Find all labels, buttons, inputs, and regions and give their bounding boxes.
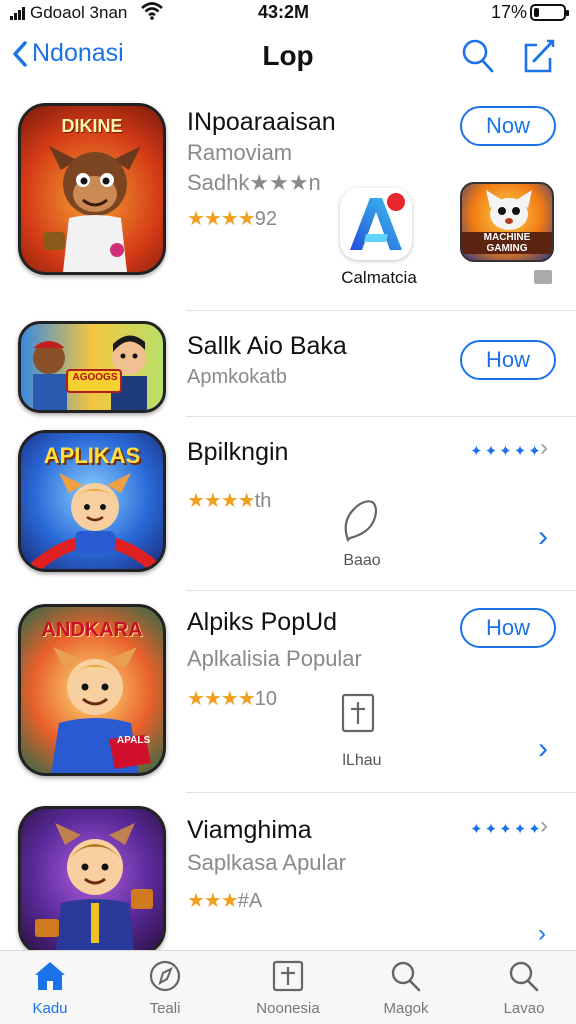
- rating-stars: ★★★★10: [187, 686, 277, 711]
- cartoon-character-icon: [31, 473, 159, 569]
- get-button[interactable]: How: [460, 608, 556, 648]
- app-row[interactable]: AGOOGS Sallk Aio Baka Apmkokatb How: [0, 318, 576, 416]
- rating-stars: ★★★★92: [187, 206, 277, 231]
- divider: [186, 310, 576, 311]
- tab-explore[interactable]: Teali: [115, 959, 215, 1017]
- progress-dots: ✦✦✦✦✦: [470, 443, 543, 460]
- progress-dots: ✦✦✦✦✦: [470, 821, 543, 838]
- nav-bar: Ndonasi Lop: [0, 28, 576, 86]
- clock: 43:2M: [258, 2, 310, 22]
- promo-text: MACHINE GAMING: [462, 232, 552, 254]
- app-icon-cartoon[interactable]: AGOOGS: [18, 321, 166, 413]
- app-icon-cartoon[interactable]: [18, 806, 166, 956]
- stars-glyphs: ★★★★: [187, 490, 256, 512]
- tab-search-alt[interactable]: Lavao: [474, 959, 574, 1017]
- chevron-right-icon[interactable]: ›: [540, 434, 548, 462]
- app-subtitle-secondary: Sadhk★★★n: [187, 170, 321, 195]
- cartoon-character-icon: [35, 823, 153, 953]
- carrier: Gdoaol 3nan: [10, 3, 127, 23]
- app-icon-label: DIKINE: [61, 116, 123, 136]
- app-icon-label: ANDKARA: [41, 619, 143, 641]
- app-row[interactable]: Viamghima Saplkasa Apular ★★★#A ✦✦✦✦✦ › …: [0, 800, 576, 956]
- search-icon: [509, 961, 539, 992]
- battery-icon: [530, 4, 569, 21]
- fox-face-icon: [486, 190, 532, 230]
- app-icon-cartoon[interactable]: DIKINE: [18, 103, 166, 275]
- app-name: INpoaraaisan: [187, 108, 336, 136]
- home-icon: [35, 962, 65, 990]
- book-icon: [272, 960, 304, 992]
- tab-label: Kadu: [32, 1000, 68, 1017]
- compass-icon: [149, 960, 181, 992]
- book-icon: [341, 693, 375, 733]
- letter-a-logo-icon: [350, 193, 405, 250]
- cartoon-group-icon: [33, 335, 147, 410]
- get-button[interactable]: How: [460, 340, 556, 380]
- app-icon-cartoon[interactable]: APLIKAS: [18, 430, 166, 572]
- tab-label: Noonesia: [256, 1000, 320, 1017]
- cartoon-character-icon: [43, 146, 141, 272]
- app-icon-label: APLIKAS: [43, 443, 141, 468]
- tab-label: Lavao: [503, 1000, 545, 1017]
- search-icon[interactable]: [460, 37, 496, 75]
- rating-text: th: [254, 490, 272, 512]
- mini-label: Baao: [343, 552, 381, 569]
- rating-text: 10: [254, 688, 277, 710]
- rating-stars: ★★★#A: [187, 888, 262, 913]
- app-row[interactable]: APLIKAS Bpilkngin ★★★★th ✦✦✦✦✦ › Baao ›: [0, 424, 576, 588]
- tab-search[interactable]: Magok: [356, 959, 456, 1017]
- chevron-right-icon[interactable]: ›: [538, 732, 548, 766]
- promo-game-icon[interactable]: MACHINE GAMING: [460, 182, 554, 262]
- compose-icon[interactable]: [520, 37, 556, 75]
- app-name: Bpilkngin: [187, 438, 289, 466]
- rating-text: #A: [237, 890, 263, 912]
- tab-label: Teali: [149, 1000, 181, 1017]
- get-button[interactable]: Now: [460, 106, 556, 146]
- carrier-label: Gdoaol 3nan: [30, 3, 128, 22]
- app-row[interactable]: ANDKARA APALS Alpiks PopUd Aplkalisia Po…: [0, 598, 576, 790]
- mini-label: lLhau: [342, 752, 382, 769]
- chevron-right-icon[interactable]: ›: [538, 920, 546, 948]
- app-row[interactable]: DIKINE INpoaraaisan Ramoviam Sadhk★★★n ★…: [0, 100, 576, 310]
- chevron-right-icon[interactable]: ›: [540, 812, 548, 840]
- search-icon: [391, 961, 421, 992]
- app-name: Alpiks PopUd: [187, 608, 338, 636]
- app-name: Sallk Aio Baka: [187, 332, 347, 360]
- app-icon-label: AGOOGS: [72, 372, 118, 383]
- app-subtitle: Apmkokatb: [187, 366, 288, 388]
- cartoon-character-icon: [51, 647, 151, 773]
- stars-glyphs: ★★★★: [187, 208, 256, 230]
- app-subtitle: Ramoviam: [187, 140, 293, 165]
- battery-percent: 17%: [491, 2, 528, 22]
- stars-glyphs: ★★★: [187, 890, 239, 912]
- tab-label: Magok: [383, 1000, 429, 1017]
- divider: [186, 792, 576, 793]
- tab-bar: Kadu Teali Noonesia Magok Lavao: [0, 950, 576, 1024]
- rating-text: 92: [254, 208, 277, 230]
- app-icon-cartoon[interactable]: ANDKARA APALS: [18, 604, 166, 776]
- stars-glyphs: ★★★★: [187, 688, 256, 710]
- wifi-icon: [141, 2, 163, 20]
- icon-badge: APALS: [117, 735, 151, 746]
- divider: [186, 590, 576, 591]
- app-name: Viamghima: [187, 816, 312, 844]
- tab-home[interactable]: Kadu: [0, 959, 100, 1017]
- app-subtitle: Saplkasa Apular: [187, 850, 346, 875]
- featured-app-label: Calmatcia: [341, 268, 417, 287]
- featured-app-icon[interactable]: [340, 188, 412, 260]
- chevron-right-icon[interactable]: ›: [538, 520, 548, 554]
- divider: [186, 416, 576, 417]
- leaf-icon: [344, 500, 378, 542]
- app-subtitle: Aplkalisia Popular: [187, 646, 362, 671]
- tab-library[interactable]: Noonesia: [238, 959, 338, 1017]
- rating-stars: ★★★★th: [187, 488, 271, 513]
- ad-badge-icon: [534, 270, 552, 284]
- status-bar: Gdoaol 3nan 43:2M 17%: [0, 0, 576, 28]
- signal-icon: [10, 6, 25, 20]
